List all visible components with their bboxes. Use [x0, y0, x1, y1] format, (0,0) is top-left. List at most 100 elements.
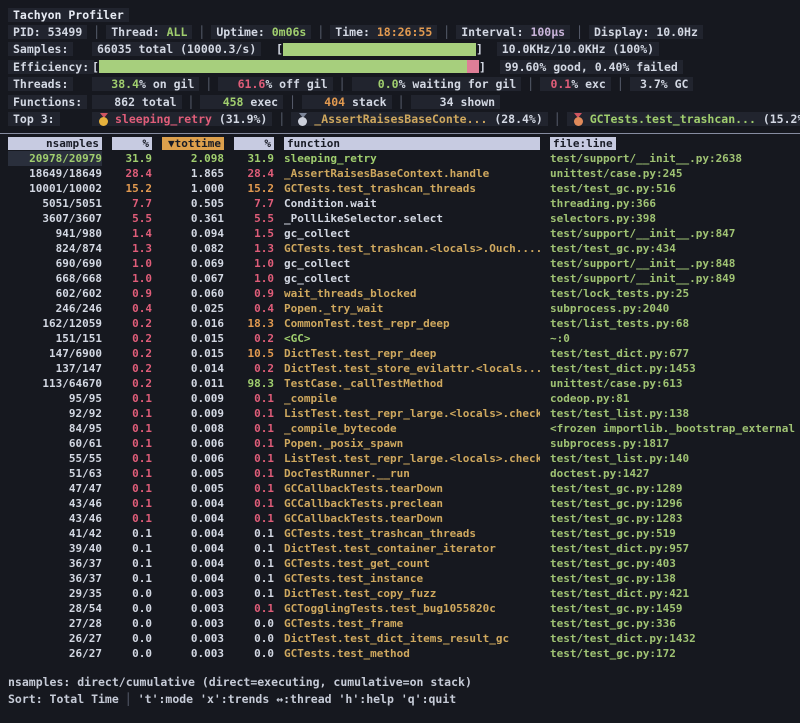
cell-tot: 0.060 — [162, 286, 224, 301]
cell-p1: 0.1 — [112, 481, 152, 496]
table-row[interactable]: 47/470.10.0050.1GCCallbackTests.tearDown… — [0, 481, 800, 496]
divider: │ — [548, 112, 567, 126]
cell-tot: 0.003 — [162, 646, 224, 661]
table-row[interactable]: 36/370.10.0040.1GCTests.test_get_countte… — [0, 556, 800, 571]
cell-p2: 0.1 — [234, 391, 274, 406]
table-row[interactable]: 10001/1000215.21.00015.2GCTests.test_tra… — [0, 181, 800, 196]
cell-ns: 162/12059 — [8, 316, 102, 331]
cell-p1: 0.0 — [112, 616, 152, 631]
column-header-tottime-sorted[interactable]: ▼tottime — [162, 137, 224, 150]
table-row[interactable]: 55/550.10.0060.1ListTest.test_repr_large… — [0, 451, 800, 466]
cell-p2: 28.4 — [234, 166, 274, 181]
cell-file: test/test_gc.py:519 — [550, 526, 800, 541]
cell-fn: DocTestRunner.__run — [284, 466, 540, 481]
cell-tot: 0.082 — [162, 241, 224, 256]
table-row[interactable]: 92/920.10.0090.1ListTest.test_repr_large… — [0, 406, 800, 421]
column-header-function[interactable]: function — [284, 137, 540, 150]
silver-medal-icon — [296, 113, 309, 126]
table-row[interactable]: 43/460.10.0040.1GCCallbackTests.tearDown… — [0, 511, 800, 526]
column-header-file-line[interactable]: file:line — [550, 137, 616, 150]
table-body: 20978/2097931.92.09831.9sleeping_retryte… — [0, 151, 800, 661]
threads-on-gil: 38.4% on gil — [92, 77, 199, 91]
table-row[interactable]: 84/950.10.0080.1_compile_bytecode<frozen… — [0, 421, 800, 436]
table-row[interactable]: 668/6681.00.0671.0gc_collecttest/support… — [0, 271, 800, 286]
column-header-percent-1[interactable]: % — [112, 137, 152, 150]
cell-tot: 0.015 — [162, 331, 224, 346]
table-row[interactable]: 824/8741.30.0821.3GCTests.test_trashcan.… — [0, 241, 800, 256]
samples-line: Samples: 66035 total (10000.3/s) [ ] 10.… — [0, 41, 800, 58]
gold-medal-icon — [97, 113, 110, 126]
cell-fn: DictTest.test_store_evilattr.<locals... — [284, 361, 540, 376]
top3-percent: (28.4%) — [494, 112, 542, 126]
cell-file: test/test_gc.py:138 — [550, 571, 800, 586]
samples-bar — [283, 43, 476, 56]
cell-file: test/test_gc.py:1289 — [550, 481, 800, 496]
cell-fn: Popen._posix_spawn — [284, 436, 540, 451]
table-row[interactable]: 28/540.00.0030.1GCTogglingTests.test_bug… — [0, 601, 800, 616]
cell-fn: GCTests.test_get_count — [284, 556, 540, 571]
table-row[interactable]: 43/460.10.0040.1GCCallbackTests.preclean… — [0, 496, 800, 511]
cell-p1: 0.0 — [112, 586, 152, 601]
table-row[interactable]: 690/6901.00.0691.0gc_collecttest/support… — [0, 256, 800, 271]
cell-ns: 690/690 — [8, 256, 102, 271]
cell-tot: 1.865 — [162, 166, 224, 181]
table-row[interactable]: 602/6020.90.0600.9wait_threads_blockedte… — [0, 286, 800, 301]
cell-ns: 95/95 — [8, 391, 102, 406]
exc-suffix: % exc — [571, 77, 606, 91]
cell-tot: 0.069 — [162, 256, 224, 271]
divider: │ — [272, 112, 291, 126]
cell-tot: 0.505 — [162, 196, 224, 211]
cell-p1: 0.1 — [112, 496, 152, 511]
table-row[interactable]: 3607/36075.50.3615.5_PollLikeSelector.se… — [0, 211, 800, 226]
cell-p2: 18.3 — [234, 316, 274, 331]
efficiency-bar-open-bracket: [ — [92, 60, 99, 74]
cell-file: test/test_dict.py:677 — [550, 346, 800, 361]
cell-file: test/test_gc.py:336 — [550, 616, 800, 631]
table-row[interactable]: 27/280.00.0030.0GCTests.test_frametest/t… — [0, 616, 800, 631]
cell-p2: 5.5 — [234, 211, 274, 226]
table-row[interactable]: 137/1470.20.0140.2DictTest.test_store_ev… — [0, 361, 800, 376]
time-field: Time: 18:26:55 — [330, 25, 437, 39]
cell-p2: 0.1 — [234, 511, 274, 526]
table-row[interactable]: 36/370.10.0040.1GCTests.test_instancetes… — [0, 571, 800, 586]
nsamples-legend: nsamples: direct/cumulative (direct=exec… — [8, 675, 472, 689]
cell-ns: 151/151 — [8, 331, 102, 346]
table-row[interactable]: 18649/1864928.41.86528.4_AssertRaisesBas… — [0, 166, 800, 181]
interval-label: Interval: — [461, 25, 523, 39]
table-row[interactable]: 41/420.10.0040.1GCTests.test_trashcan_th… — [0, 526, 800, 541]
table-row[interactable]: 26/270.00.0030.0DictTest.test_dict_items… — [0, 631, 800, 646]
table-row[interactable]: 151/1510.20.0150.2<GC>~:0 — [0, 331, 800, 346]
table-row[interactable]: 246/2460.40.0250.4Popen._try_waitsubproc… — [0, 301, 800, 316]
cell-file: test/test_gc.py:1296 — [550, 496, 800, 511]
threads-line: Threads: 38.4% on gil │ 61.6% off gil │ … — [0, 76, 800, 93]
column-header-percent-2[interactable]: % — [234, 137, 274, 150]
table-row[interactable]: 113/646700.20.01198.3TestCase._callTestM… — [0, 376, 800, 391]
cell-p2: 0.1 — [234, 601, 274, 616]
cell-tot: 0.008 — [162, 421, 224, 436]
table-row[interactable]: 51/630.10.0050.1DocTestRunner.__rundocte… — [0, 466, 800, 481]
table-row[interactable]: 20978/2097931.92.09831.9sleeping_retryte… — [0, 151, 800, 166]
cell-file: threading.py:366 — [550, 196, 800, 211]
table-row[interactable]: 162/120590.20.01618.3CommonTest.test_rep… — [0, 316, 800, 331]
table-row[interactable]: 95/950.10.0090.1_compilecodeop.py:81 — [0, 391, 800, 406]
divider: │ — [311, 25, 330, 39]
interval-value: 100µs — [530, 25, 565, 39]
table-row[interactable]: 29/350.00.0030.1DictTest.test_copy_fuzzt… — [0, 586, 800, 601]
cell-p2: 0.1 — [234, 571, 274, 586]
cell-p1: 7.7 — [112, 196, 152, 211]
divider: │ — [119, 692, 138, 706]
cell-p1: 0.1 — [112, 466, 152, 481]
cell-file: test/lock_tests.py:25 — [550, 286, 800, 301]
cell-fn: DictTest.test_copy_fuzz — [284, 586, 540, 601]
table-row[interactable]: 147/69000.20.01510.5DictTest.test_repr_d… — [0, 346, 800, 361]
table-row[interactable]: 26/270.00.0030.0GCTests.test_methodtest/… — [0, 646, 800, 661]
table-row[interactable]: 5051/50517.70.5057.7Condition.waitthread… — [0, 196, 800, 211]
table-row[interactable]: 941/9801.40.0941.5gc_collecttest/support… — [0, 226, 800, 241]
cell-ns: 41/42 — [8, 526, 102, 541]
table-row[interactable]: 60/610.10.0060.1Popen._posix_spawnsubpro… — [0, 436, 800, 451]
top3-item-2: _AssertRaisesBaseConte... (28.4%) — [291, 112, 548, 126]
table-row[interactable]: 39/400.10.0040.1DictTest.test_container_… — [0, 541, 800, 556]
column-header-nsamples[interactable]: nsamples — [8, 137, 102, 150]
cell-p2: 7.7 — [234, 196, 274, 211]
cell-file: test/support/__init__.py:849 — [550, 271, 800, 286]
